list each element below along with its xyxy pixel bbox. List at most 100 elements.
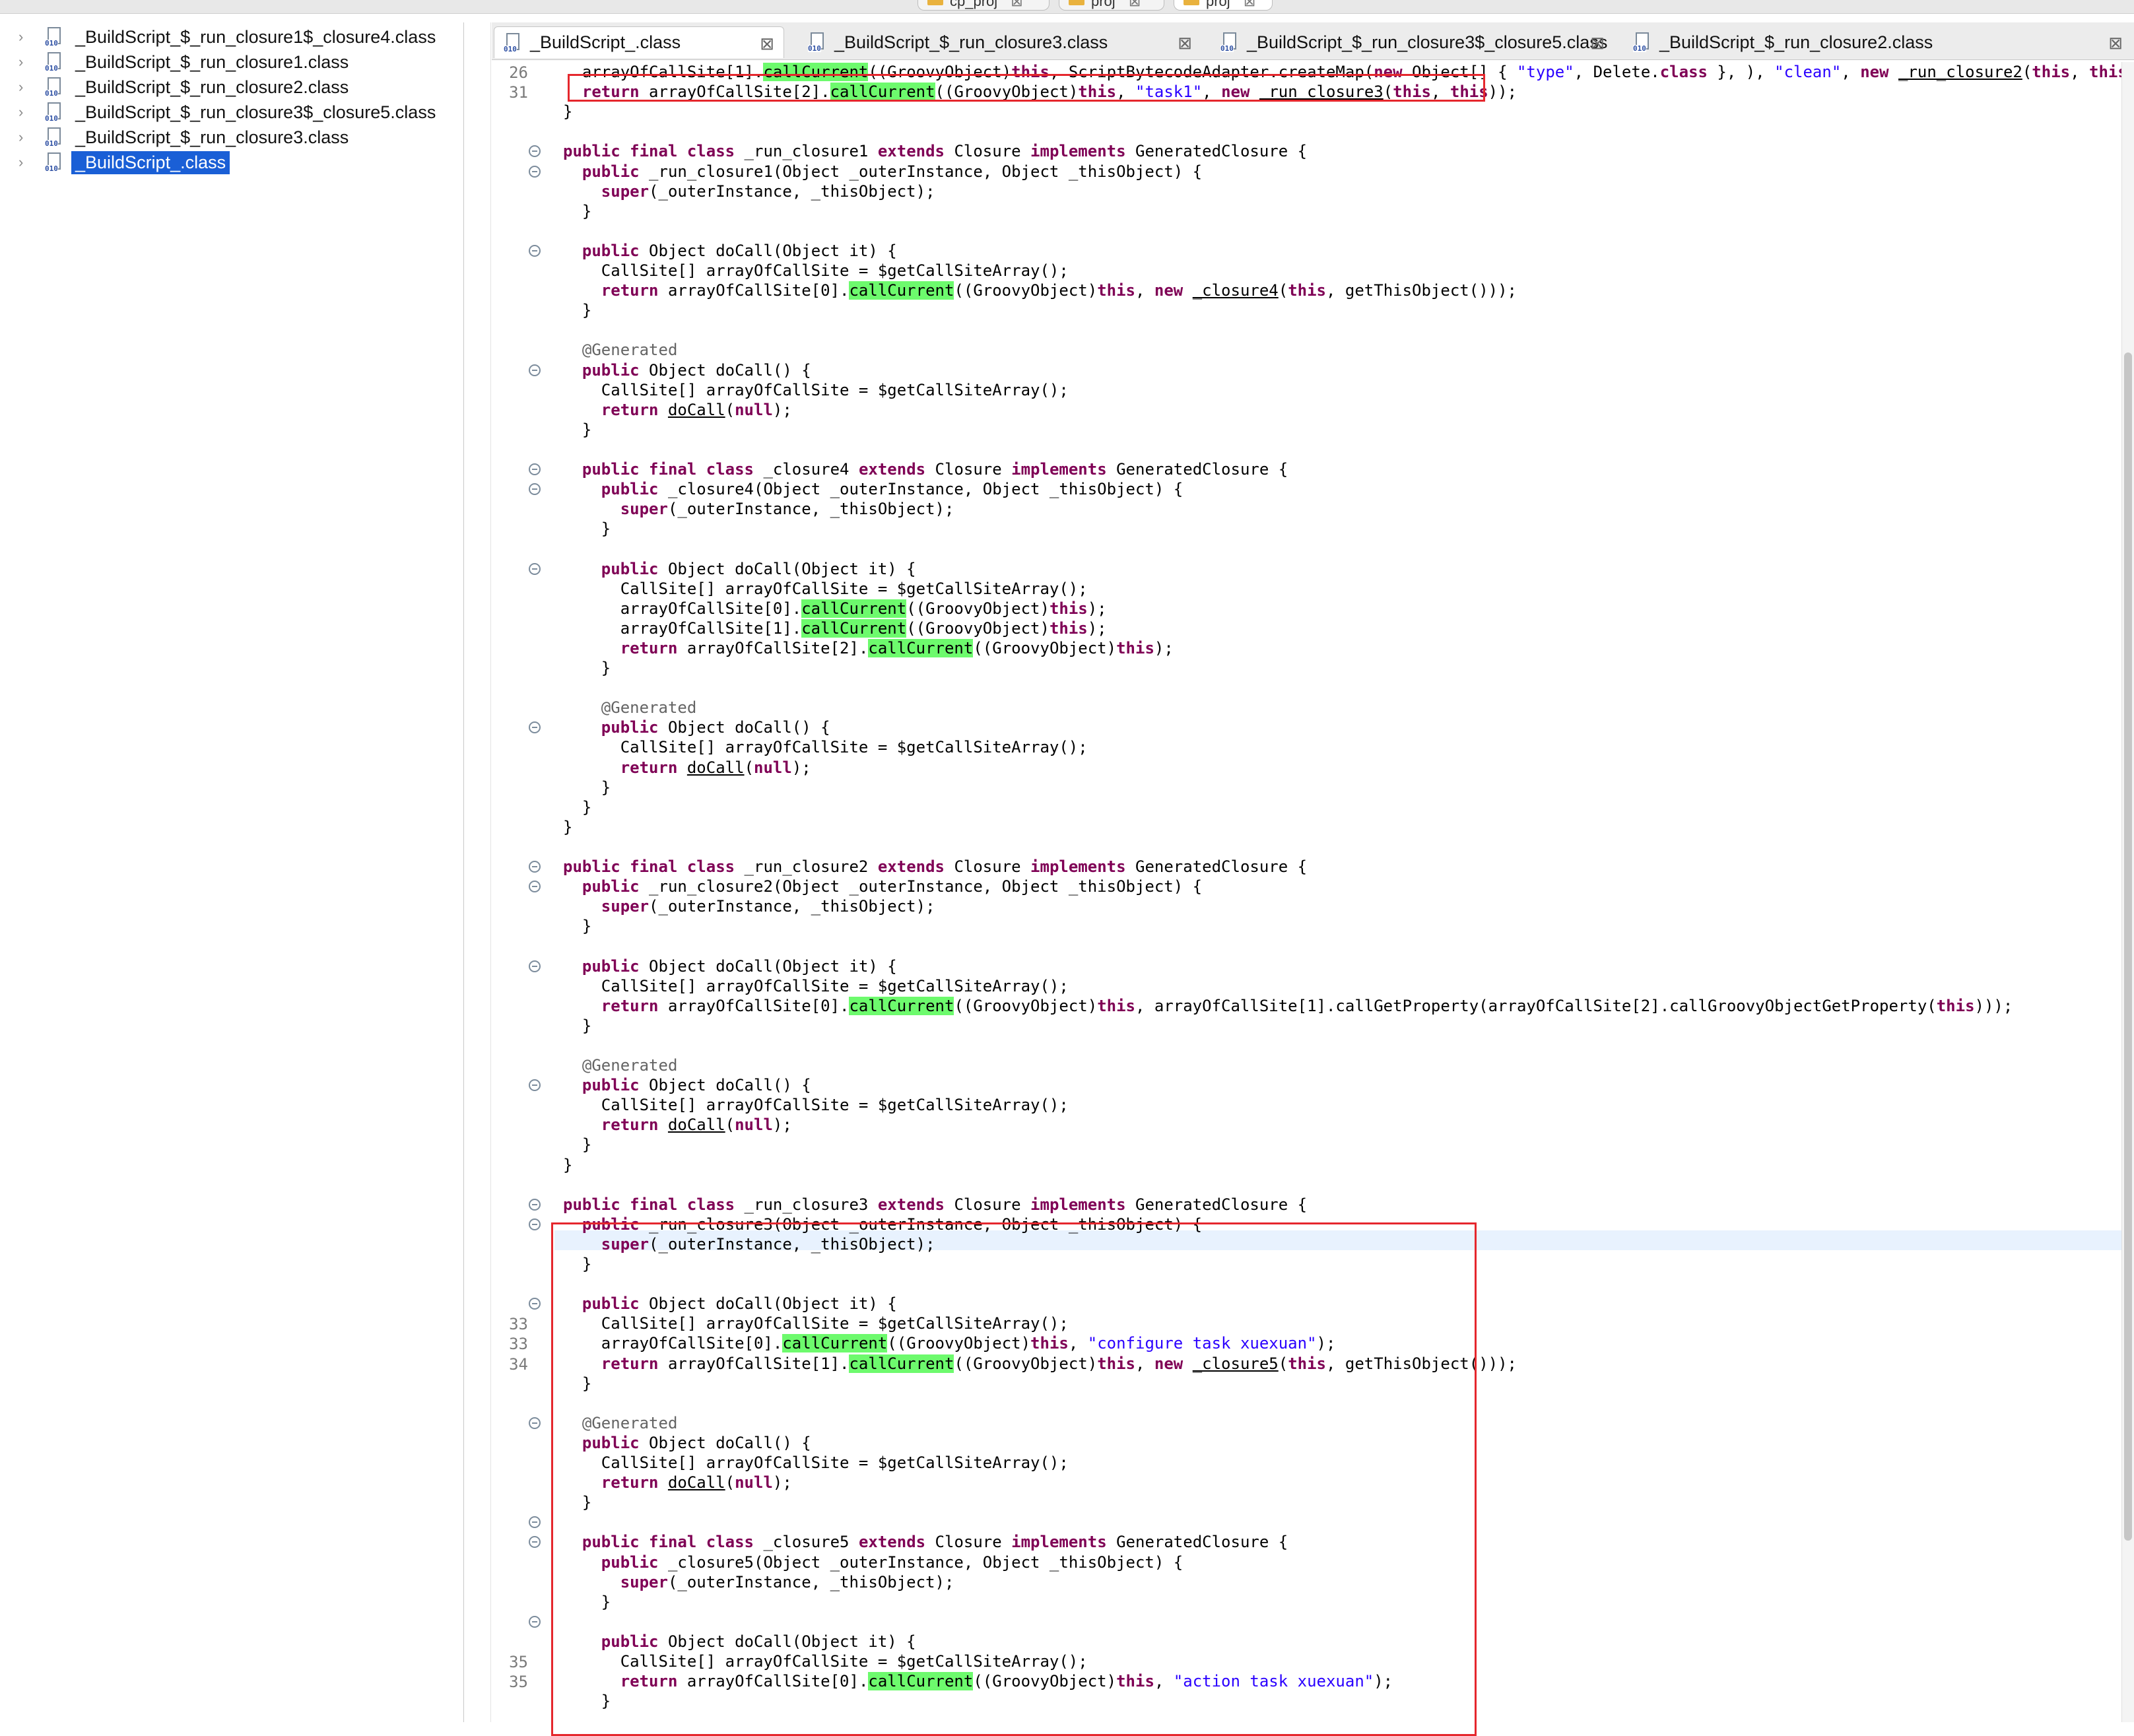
fold-collapse-icon[interactable] (529, 1615, 541, 1628)
code-token: Object doCall(Object it) { (658, 559, 916, 578)
chevron-right-icon[interactable]: › (18, 53, 33, 71)
code-token: } (563, 420, 592, 439)
editor-tab[interactable]: 010 _BuildScript_$_run_closure2.class ⊠ (1624, 26, 2132, 58)
chevron-right-icon[interactable]: › (18, 129, 33, 146)
fold-collapse-icon[interactable] (529, 861, 541, 873)
code-token: )); (1488, 83, 1517, 102)
fold-collapse-icon[interactable] (529, 364, 541, 376)
close-icon[interactable]: ⊠ (2108, 33, 2123, 53)
code-line: } (563, 300, 591, 320)
code-token: (_outerInstance, _thisObject); (667, 500, 954, 519)
code-token: callCurrent (801, 599, 907, 618)
fold-collapse-icon[interactable] (529, 960, 541, 972)
fold-collapse-icon[interactable] (529, 165, 541, 178)
close-icon[interactable]: ⊠ (1129, 0, 1141, 9)
code-token: Closure (925, 460, 1012, 479)
code-area[interactable]: 26 arrayOfCallSite[1].callCurrent((Groov… (492, 62, 2134, 1736)
editor-tab[interactable]: 010 _BuildScript_$_run_closure3.class ⊠ (799, 26, 1201, 58)
close-icon[interactable]: ⊠ (1011, 0, 1022, 9)
code-line: public Object doCall(Object it) { (563, 559, 916, 579)
line-number: 33 (509, 1315, 528, 1334)
editor-tab-label: _BuildScript_.class (530, 32, 681, 52)
code-token: implements (1030, 857, 1126, 876)
fold-collapse-icon[interactable] (529, 1516, 541, 1529)
code-line: super(_outerInstance, _thisObject); (563, 896, 935, 916)
project-tab-proj-2[interactable]: proj ⊠ (1174, 0, 1273, 11)
tree-item[interactable]: › 010 _BuildScript_.class (13, 150, 230, 174)
tree-item[interactable]: › 010 _BuildScript_$_run_closure2.class (13, 75, 352, 99)
code-token: public (582, 162, 640, 181)
code-token: public (601, 480, 659, 499)
code-token: extends (877, 857, 945, 876)
close-icon[interactable]: ⊠ (760, 34, 774, 54)
tree-item[interactable]: › 010 _BuildScript_$_run_closure3.class (13, 125, 352, 149)
code-token: ); (772, 400, 792, 419)
close-icon[interactable]: ⊠ (1244, 0, 1255, 9)
code-token: public final class (563, 142, 735, 161)
editor-tab[interactable]: 010 _BuildScript_$_run_closure3$_closure5… (1211, 26, 1614, 58)
code-token: implements (1030, 1195, 1126, 1214)
chevron-right-icon[interactable]: › (18, 28, 33, 46)
code-token: GeneratedClosure { (1125, 1195, 1308, 1214)
code-line: public final class _run_closure2 extends… (563, 857, 1307, 877)
fold-collapse-icon[interactable] (529, 1218, 541, 1230)
fold-collapse-icon[interactable] (529, 881, 541, 893)
code-token: public (582, 877, 640, 896)
project-tab-cp-proj[interactable]: cp_proj ⊠ (917, 0, 1050, 11)
class-file-icon: 010 (45, 27, 63, 47)
code-token: CallSite[] arrayOfCallSite = $getCallSit… (563, 579, 1088, 598)
chevron-right-icon[interactable]: › (18, 154, 33, 171)
code-token: ); (1087, 599, 1107, 618)
vertical-scrollbar[interactable] (2121, 62, 2134, 1722)
tree-item[interactable]: › 010 _BuildScript_$_run_closure1$_closure… (13, 25, 440, 49)
code-token: Object doCall(Object it) { (639, 241, 897, 260)
code-line: } (563, 420, 591, 440)
fold-collapse-icon[interactable] (529, 721, 541, 734)
code-token: Object doCall() { (639, 1076, 811, 1095)
code-token: arrayOfCallSite[0]. (658, 996, 850, 1015)
code-line: } (563, 1135, 591, 1154)
annotation-box-top (568, 74, 1485, 102)
code-line: CallSite[] arrayOfCallSite = $getCallSit… (563, 737, 1088, 757)
fold-collapse-icon[interactable] (529, 562, 541, 575)
folder-icon (1184, 0, 1199, 5)
project-tab-label: proj (1206, 0, 1230, 9)
scrollbar-thumb[interactable] (2124, 352, 2132, 1541)
code-token: } (563, 519, 611, 539)
tree-item-label: _BuildScript_$_run_closure1$_closure4.cl… (75, 26, 436, 47)
code-line: public Object doCall(Object it) { (563, 956, 897, 976)
chevron-right-icon[interactable]: › (18, 104, 33, 121)
tree-item[interactable]: › 010 _BuildScript_$_run_closure3$_closure… (13, 100, 440, 124)
chevron-right-icon[interactable]: › (18, 79, 33, 96)
code-token: arrayOfCallSite[1]. (563, 618, 802, 638)
fold-collapse-icon[interactable] (529, 483, 541, 496)
code-token: Object doCall(Object it) { (639, 956, 897, 976)
splitter[interactable] (464, 22, 491, 1722)
project-tab-proj-1[interactable]: proj ⊠ (1059, 0, 1164, 11)
fold-collapse-icon[interactable] (529, 145, 541, 158)
code-token: public (582, 956, 640, 976)
close-icon[interactable]: ⊠ (1178, 33, 1192, 53)
fold-collapse-icon[interactable] (529, 1417, 541, 1429)
editor-tab[interactable]: 010 _BuildScript_.class ⊠ (494, 26, 784, 58)
fold-collapse-icon[interactable] (529, 1198, 541, 1211)
fold-collapse-icon[interactable] (529, 1079, 541, 1092)
code-token: CallSite[] arrayOfCallSite = $getCallSit… (563, 738, 1088, 757)
class-file-icon: 010 (45, 77, 63, 97)
fold-collapse-icon[interactable] (529, 463, 541, 475)
line-number: 34 (509, 1354, 528, 1374)
fold-collapse-icon[interactable] (529, 1298, 541, 1310)
fold-collapse-icon[interactable] (529, 244, 541, 257)
code-line: public _run_closure2(Object _outerInstan… (563, 877, 1202, 896)
code-token: return (620, 638, 678, 657)
fold-collapse-icon[interactable] (529, 1536, 541, 1549)
close-icon[interactable]: ⊠ (1590, 33, 1605, 53)
code-token: doCall (667, 1116, 725, 1135)
line-number: 33 (509, 1335, 528, 1354)
code-line: CallSite[] arrayOfCallSite = $getCallSit… (563, 579, 1088, 599)
tree-item[interactable]: › 010 _BuildScript_$_run_closure1.class (13, 50, 352, 74)
